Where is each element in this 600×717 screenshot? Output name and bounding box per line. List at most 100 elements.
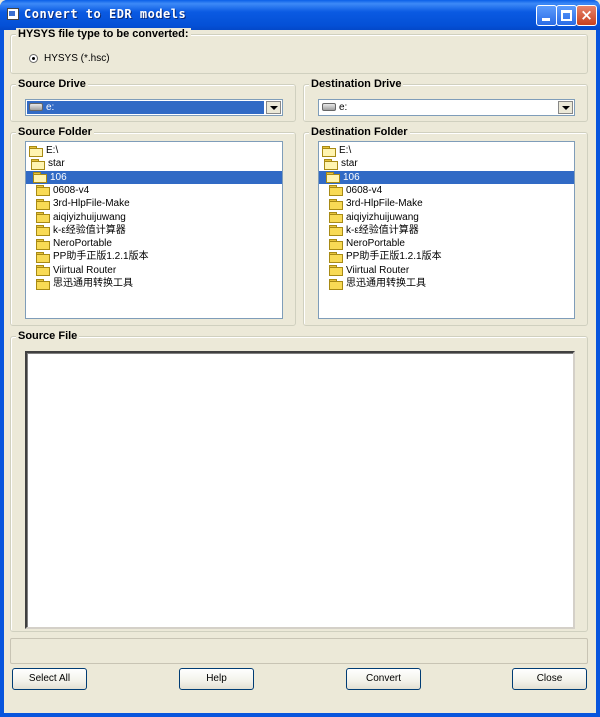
- source-folder-list[interactable]: E:\ star 106 0608-v4 3rd-HlpFile-Make aiqiyiz…: [25, 141, 283, 319]
- drive-icon: [322, 103, 336, 111]
- drive-icon: [29, 103, 43, 111]
- window-title: Convert to EDR models: [24, 7, 187, 21]
- hysys-radio[interactable]: [29, 54, 38, 63]
- folder-icon: [329, 265, 343, 277]
- folder-icon: [36, 251, 50, 263]
- folder-tree-item[interactable]: k-ε经验值计算器: [26, 224, 126, 237]
- folder-icon: [329, 198, 343, 210]
- folder-tree-label: 106: [50, 171, 67, 183]
- folder-tree-item[interactable]: 0608-v4: [319, 184, 382, 197]
- folder-open-icon: [322, 145, 336, 157]
- chevron-down-icon[interactable]: [266, 101, 281, 114]
- chevron-down-icon[interactable]: [558, 101, 573, 114]
- source-file-legend: Source File: [16, 330, 80, 342]
- folder-tree-label: 3rd-HlpFile-Make: [53, 198, 130, 210]
- folder-tree-label: star: [341, 158, 358, 170]
- destination-folder-group: Destination Folder E:\ star 106 0608-v4 3rd-…: [303, 126, 588, 326]
- source-drive-value: e:: [46, 102, 55, 113]
- folder-tree-item[interactable]: NeroPortable: [319, 237, 405, 250]
- folder-tree-item[interactable]: NeroPortable: [26, 237, 112, 250]
- convert-button[interactable]: Convert: [346, 668, 421, 690]
- folder-tree-label: k-ε经验值计算器: [53, 224, 126, 236]
- folder-tree-label: E:\: [46, 145, 59, 156]
- folder-tree-item[interactable]: star: [319, 157, 358, 170]
- folder-tree-item[interactable]: 思迅通用转换工具: [319, 277, 426, 290]
- folder-tree-item[interactable]: aiqiyizhuijuwang: [319, 211, 419, 224]
- title-bar[interactable]: Convert to EDR models ×: [0, 0, 600, 30]
- folder-open-icon: [324, 158, 338, 170]
- folder-icon: [36, 225, 50, 237]
- hysys-option[interactable]: HYSYS (*.hsc): [29, 53, 110, 64]
- folder-icon: [329, 212, 343, 223]
- folder-tree-label: star: [48, 158, 65, 170]
- folder-tree-item[interactable]: E:\: [319, 144, 351, 157]
- folder-tree-item[interactable]: 思迅通用转换工具: [26, 277, 133, 290]
- folder-tree-label: 3rd-HlpFile-Make: [346, 198, 423, 210]
- source-folder-group: Source Folder E:\ star 106 0608-v4 3rd-HlpFi…: [10, 126, 296, 326]
- folder-tree-label: aiqiyizhuijuwang: [53, 211, 126, 223]
- folder-tree-item[interactable]: 106: [319, 170, 574, 184]
- close-window-button[interactable]: ×: [576, 5, 597, 26]
- close-icon: ×: [580, 6, 593, 24]
- source-drive-group: Source Drive e:: [10, 78, 296, 122]
- help-button[interactable]: Help: [179, 668, 254, 690]
- folder-open-icon: [29, 145, 43, 157]
- folder-icon: [36, 265, 50, 277]
- folder-icon: [329, 185, 343, 197]
- destination-drive-group: Destination Drive e:: [303, 78, 588, 122]
- file-type-legend: HYSYS file type to be converted:: [16, 28, 191, 40]
- folder-tree-item[interactable]: star: [26, 157, 65, 170]
- destination-folder-list[interactable]: E:\ star 106 0608-v4 3rd-HlpFile-Make aiqiyiz…: [318, 141, 575, 319]
- select-all-button[interactable]: Select All: [12, 668, 87, 690]
- folder-tree-item[interactable]: aiqiyizhuijuwang: [26, 211, 126, 224]
- folder-tree-label: 思迅通用转换工具: [53, 278, 133, 289]
- minimize-button[interactable]: [536, 5, 557, 26]
- close-button[interactable]: Close: [512, 668, 587, 690]
- file-type-group: HYSYS file type to be converted: HYSYS (…: [10, 28, 588, 74]
- folder-tree-label: Viirtual Router: [346, 264, 410, 276]
- folder-icon: [36, 198, 50, 210]
- folder-tree-item[interactable]: 0608-v4: [26, 184, 89, 197]
- minimize-icon: [542, 18, 550, 21]
- folder-tree-item[interactable]: PP助手正版1.2.1版本: [26, 250, 149, 263]
- folder-tree-item[interactable]: 3rd-HlpFile-Make: [319, 197, 423, 210]
- destination-drive-value: e:: [339, 102, 348, 113]
- folder-tree-label: E:\: [339, 145, 352, 156]
- folder-icon: [36, 185, 50, 197]
- folder-tree-label: 0608-v4: [346, 184, 383, 196]
- folder-tree-label: NeroPortable: [346, 238, 405, 250]
- folder-tree-item[interactable]: E:\: [26, 144, 58, 157]
- folder-tree-item[interactable]: Viirtual Router: [26, 264, 116, 277]
- folder-tree-item[interactable]: 106: [26, 170, 282, 184]
- folder-icon: [329, 278, 343, 290]
- source-drive-select[interactable]: e:: [25, 99, 283, 116]
- folder-icon: [329, 251, 343, 263]
- folder-tree-item[interactable]: Viirtual Router: [319, 264, 409, 277]
- folder-icon: [329, 238, 343, 250]
- destination-folder-legend: Destination Folder: [309, 126, 410, 138]
- folder-icon: [36, 238, 50, 250]
- maximize-button[interactable]: [556, 5, 577, 26]
- hysys-radio-label: HYSYS (*.hsc): [44, 53, 110, 64]
- folder-tree-label: 思迅通用转换工具: [346, 278, 426, 289]
- folder-open-icon: [31, 158, 45, 170]
- folder-icon: [329, 225, 343, 237]
- folder-tree-label: PP助手正版1.2.1版本: [346, 251, 442, 263]
- folder-tree-label: NeroPortable: [53, 238, 112, 250]
- destination-drive-select[interactable]: e:: [318, 99, 575, 116]
- app-icon[interactable]: [7, 8, 19, 20]
- folder-tree-item[interactable]: 3rd-HlpFile-Make: [26, 197, 130, 210]
- folder-tree-label: 0608-v4: [53, 184, 90, 196]
- source-drive-legend: Source Drive: [16, 78, 88, 90]
- maximize-icon: [561, 10, 572, 21]
- folder-tree-label: k-ε经验值计算器: [346, 224, 419, 236]
- app-window: Convert to EDR models × HYSYS file type …: [0, 0, 600, 717]
- folder-tree-label: 106: [343, 171, 360, 183]
- folder-open-icon: [326, 172, 340, 184]
- folder-tree-item[interactable]: PP助手正版1.2.1版本: [319, 250, 442, 263]
- folder-tree-item[interactable]: k-ε经验值计算器: [319, 224, 419, 237]
- dialog-client-area: HYSYS file type to be converted: HYSYS (…: [4, 28, 596, 713]
- destination-drive-legend: Destination Drive: [309, 78, 404, 90]
- status-bar: [10, 638, 588, 664]
- source-file-list[interactable]: [25, 351, 575, 629]
